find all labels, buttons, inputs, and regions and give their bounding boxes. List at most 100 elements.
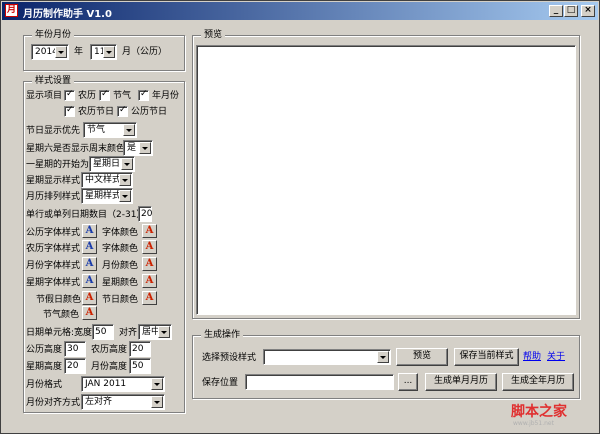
show-items-label: 显示项目: [26, 91, 63, 101]
month-height-input[interactable]: 50: [129, 358, 151, 374]
arrange-select[interactable]: 星期样式: [81, 188, 133, 204]
week-display-value: 中文样式: [85, 175, 122, 185]
solar-font-label: 公历字体样式: [26, 228, 81, 238]
week-start-select[interactable]: 星期日: [89, 156, 135, 172]
month-align-value: 左对齐: [85, 397, 113, 407]
holiday-priority-select[interactable]: 节气: [83, 122, 137, 138]
minimize-button[interactable]: _: [549, 5, 563, 17]
preview-legend: 预览: [201, 30, 226, 41]
cell-width-value: 50: [95, 327, 107, 337]
checkbox-lunar[interactable]: [64, 89, 75, 101]
help-link[interactable]: 帮助: [523, 351, 541, 363]
month-height-value: 50: [132, 361, 144, 371]
app-window: 月 月历制作助手 V1.0 _ □ × 年份月份 2014 年 11 月（公历）…: [0, 0, 600, 434]
cell-width-label: 日期单元格:宽度: [26, 328, 93, 338]
solar-height-value: 30: [67, 344, 79, 354]
chevron-down-icon[interactable]: [55, 46, 67, 58]
week-height-value: 20: [67, 361, 79, 371]
chevron-down-icon[interactable]: [139, 142, 151, 154]
align-select[interactable]: 居中: [138, 324, 172, 340]
window-title: 月历制作助手 V1.0: [23, 9, 112, 20]
month-color-button[interactable]: A: [142, 257, 157, 271]
lunar-font-button[interactable]: A: [82, 240, 97, 254]
week-color-label: 星期颜色: [102, 278, 139, 288]
weekend-color-label: 星期六是否显示周末颜色: [26, 144, 126, 154]
single-row-value: 20: [141, 209, 153, 219]
month-font-label: 月份字体样式: [26, 261, 81, 271]
week-font-label: 星期字体样式: [26, 278, 81, 288]
month-font-button[interactable]: A: [82, 257, 97, 271]
lunar-font-label: 农历字体样式: [26, 244, 81, 254]
month-height-label: 月份高度: [91, 362, 128, 372]
chevron-down-icon[interactable]: [377, 351, 389, 363]
save-style-button[interactable]: 保存当前样式: [454, 348, 519, 366]
app-icon: 月: [5, 4, 18, 17]
weekend-color-select[interactable]: 是: [123, 140, 153, 156]
preset-select[interactable]: [263, 349, 391, 365]
lunar-height-label: 农历高度: [91, 345, 128, 355]
vacation-color-label: 节假日颜色: [36, 295, 82, 305]
chevron-down-icon[interactable]: [123, 124, 135, 136]
single-row-label: 单行或单列日期数目（2-31）: [26, 210, 146, 220]
checkbox-solar-term[interactable]: [99, 89, 110, 101]
weekend-color-value: 是: [127, 143, 137, 153]
checkbox-solar-holiday-label: 公历节日: [131, 107, 168, 117]
week-height-input[interactable]: 20: [64, 358, 86, 374]
month-align-select[interactable]: 左对齐: [81, 394, 165, 410]
checkbox-lunar-holiday[interactable]: [64, 105, 75, 117]
arrange-value: 星期样式: [85, 191, 122, 201]
holiday-priority-label: 节日显示优先: [26, 126, 81, 136]
full-year-button[interactable]: 生成全年月历: [502, 373, 574, 391]
preview-button[interactable]: 预览: [396, 348, 448, 366]
week-font-button[interactable]: A: [82, 274, 97, 288]
holiday-color-label: 节日颜色: [102, 295, 139, 305]
single-month-button[interactable]: 生成单月月历: [425, 373, 497, 391]
month-select[interactable]: 11: [90, 44, 117, 60]
solar-font-button[interactable]: A: [82, 224, 97, 238]
chevron-down-icon[interactable]: [151, 396, 163, 408]
week-display-label: 星期显示样式: [26, 176, 81, 186]
cell-width-input[interactable]: 50: [92, 324, 114, 340]
chevron-down-icon[interactable]: [121, 158, 133, 170]
solar-height-input[interactable]: 30: [64, 341, 86, 357]
lunar-height-input[interactable]: 20: [129, 341, 151, 357]
generate-legend: 生成操作: [201, 330, 244, 341]
watermark-url: www.jb51.net: [513, 420, 554, 427]
month-format-select[interactable]: JAN 2011: [81, 376, 165, 392]
solar-term-color-button[interactable]: A: [82, 306, 97, 320]
preview-canvas: [196, 45, 576, 315]
checkbox-solar-term-label: 节气: [113, 91, 132, 101]
month-color-label: 月份颜色: [102, 261, 139, 271]
checkbox-solar-holiday[interactable]: [117, 105, 128, 117]
title-bar[interactable]: 月 月历制作助手 V1.0 _ □ ×: [2, 2, 598, 20]
year-select[interactable]: 2014: [31, 44, 69, 60]
week-color-button[interactable]: A: [142, 274, 157, 288]
lunar-color-button[interactable]: A: [142, 240, 157, 254]
month-align-label: 月份对齐方式: [26, 398, 81, 408]
restore-button[interactable]: □: [564, 5, 578, 17]
week-start-label: 一星期的开始为: [26, 160, 90, 170]
checkbox-year-month-label: 年月份: [152, 91, 180, 101]
week-display-select[interactable]: 中文样式: [81, 172, 133, 188]
preset-label: 选择预设样式: [202, 353, 257, 363]
week-start-value: 星期日: [93, 159, 121, 169]
close-button[interactable]: ×: [581, 5, 595, 17]
chevron-down-icon[interactable]: [103, 46, 115, 58]
save-location-input[interactable]: [245, 374, 394, 390]
arrange-label: 月历排列样式: [26, 192, 81, 202]
chevron-down-icon[interactable]: [158, 326, 170, 338]
single-row-input[interactable]: 20: [138, 206, 152, 222]
lunar-color-label: 字体颜色: [102, 244, 139, 254]
style-settings-legend: 样式设置: [32, 76, 75, 87]
about-link[interactable]: 关于: [547, 351, 565, 363]
holiday-color-button[interactable]: A: [142, 291, 157, 305]
browse-button[interactable]: ...: [398, 373, 418, 391]
chevron-down-icon[interactable]: [119, 174, 131, 186]
align-label: 对齐: [119, 328, 138, 338]
chevron-down-icon[interactable]: [119, 190, 131, 202]
vacation-color-button[interactable]: A: [82, 291, 97, 305]
solar-color-button[interactable]: A: [142, 224, 157, 238]
checkbox-year-month[interactable]: [138, 89, 149, 101]
year-label: 年: [74, 47, 84, 57]
chevron-down-icon[interactable]: [151, 378, 163, 390]
